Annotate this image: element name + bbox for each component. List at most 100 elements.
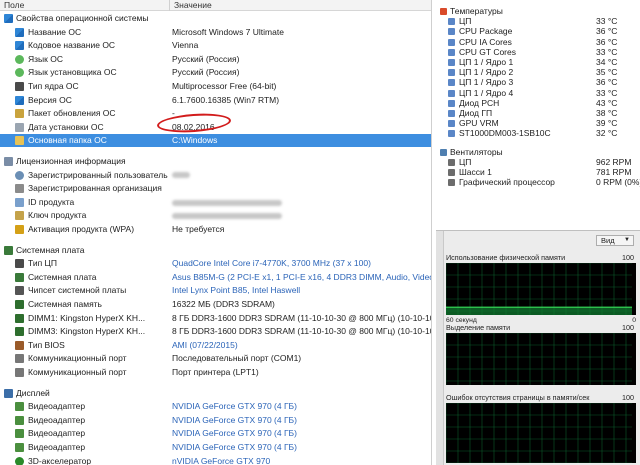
sensor-row[interactable]: GPU VRM 39 °C — [436, 118, 640, 128]
sensor-icon — [448, 28, 455, 36]
memory-icon — [15, 327, 24, 337]
property-row[interactable]: 3D-акселератор nVIDIA GeForce GTX 970 — [0, 455, 431, 465]
sensor-group-temperatures[interactable]: Температуры — [436, 6, 640, 16]
sensor-row[interactable]: CPU Package 36 °C — [436, 26, 640, 36]
sensor-icon — [448, 38, 455, 46]
windows-icon — [4, 14, 13, 23]
property-row[interactable]: Язык ОС Русский (Россия) — [0, 53, 431, 66]
property-row[interactable]: Видеоадаптер NVIDIA GeForce GTX 970 (4 ГБ… — [0, 414, 431, 427]
document-icon — [4, 157, 13, 166]
column-header-value[interactable]: Значение — [174, 0, 212, 11]
redacted-value — [172, 172, 190, 179]
property-row[interactable]: Название ОС Microsoft Windows 7 Ultimate — [0, 26, 431, 39]
graph-caption: Выделение памяти 100 — [446, 323, 640, 333]
sensor-value: 36 °C — [596, 36, 618, 47]
property-row[interactable]: Коммуникационный порт Последовательный по… — [0, 352, 431, 365]
property-value[interactable]: NVIDIA GeForce GTX 970 (4 ГБ) — [172, 441, 297, 454]
property-name: Системная память — [28, 299, 102, 309]
property-value[interactable]: Intel Lynx Point B85, Intel Haswell — [172, 284, 300, 297]
property-row[interactable]: Версия ОС 6.1.7600.16385 (Win7 RTM) — [0, 94, 431, 107]
property-row[interactable]: Видеоадаптер NVIDIA GeForce GTX 970 (4 ГБ… — [0, 427, 431, 440]
property-row[interactable]: Зарегистрированная организация — [0, 182, 431, 195]
sensor-row[interactable]: ЦП 33 °C — [436, 16, 640, 26]
property-row[interactable]: Кодовое название ОС Vienna — [0, 39, 431, 52]
property-row[interactable]: Ключ продукта — [0, 209, 431, 222]
sensor-row[interactable]: Шасси 1 781 RPM — [436, 167, 640, 177]
property-row[interactable]: DIMM3: Kingston HyperX KH... 8 ГБ DDR3-16… — [0, 325, 431, 338]
graph-title: Использование физической памяти — [446, 253, 566, 262]
section-os-properties[interactable]: Свойства операционной системы — [0, 12, 431, 25]
property-row[interactable]: Тип BIOS AMI (07/22/2015) — [0, 339, 431, 352]
property-name: Коммуникационный порт — [28, 353, 127, 364]
property-name: 3D-акселератор — [28, 455, 92, 465]
property-row[interactable]: Активация продукта (WPA) Не требуется — [0, 223, 431, 236]
section-display[interactable]: Дисплей — [0, 387, 431, 400]
sensor-icon — [448, 120, 455, 128]
sensor-row[interactable]: ЦП 1 / Ядро 2 35 °C — [436, 67, 640, 77]
sensor-value: 33 °C — [596, 87, 618, 98]
sensor-row[interactable]: ЦП 962 RPM — [436, 157, 640, 167]
property-row[interactable]: Системная память 16322 МБ (DDR3 SDRAM) — [0, 298, 431, 311]
property-row[interactable]: Видеоадаптер NVIDIA GeForce GTX 970 (4 ГБ… — [0, 441, 431, 454]
sensor-row[interactable]: CPU IA Cores 36 °C — [436, 37, 640, 47]
thermometer-icon — [440, 8, 447, 15]
column-divider[interactable] — [169, 0, 170, 11]
property-value: C:\Windows — [172, 135, 218, 146]
sensor-name: GPU VRM — [459, 118, 499, 129]
property-name: Язык ОС — [28, 53, 63, 64]
property-value[interactable]: NVIDIA GeForce GTX 970 (4 ГБ) — [172, 427, 297, 440]
property-name: Видеоадаптер — [28, 414, 86, 425]
property-value — [172, 209, 282, 222]
property-row[interactable]: DIMM1: Kingston HyperX KH... 8 ГБ DDR3-16… — [0, 312, 431, 325]
sensor-value: 38 °C — [596, 108, 618, 118]
performance-panel: Вид ▼ Использование физической памяти 100… — [436, 230, 640, 465]
sensor-row[interactable]: ЦП 1 / Ядро 3 36 °C — [436, 77, 640, 87]
property-value: Vienna — [172, 40, 199, 51]
property-row[interactable]: ID продукта — [0, 196, 431, 209]
property-name: Тип BIOS — [28, 339, 65, 350]
memory-icon — [15, 300, 24, 309]
property-row[interactable]: Чипсет системной платы Intel Lynx Point B… — [0, 284, 431, 297]
property-row[interactable]: Системная плата Asus B85M-G (2 PCI-E x1, … — [0, 271, 431, 284]
bios-icon — [15, 340, 24, 350]
section-motherboard[interactable]: Системная плата — [0, 244, 431, 257]
property-row[interactable]: Тип ядра ОС Multiprocessor Free (64-bit) — [0, 80, 431, 93]
view-dropdown-button[interactable]: Вид ▼ — [596, 235, 634, 246]
sensor-icon — [448, 59, 455, 66]
gpu-icon — [15, 415, 24, 425]
property-row[interactable]: Тип ЦП QuadCore Intel Core i7-4770K, 3700… — [0, 257, 431, 270]
windows-icon — [15, 41, 24, 51]
property-row[interactable]: Видеоадаптер NVIDIA GeForce GTX 970 (4 ГБ… — [0, 400, 431, 413]
cpu-icon — [15, 82, 24, 91]
property-value[interactable]: Asus B85M-G (2 PCI-E x1, 1 PCI-E x16, 4 … — [172, 271, 431, 284]
property-value[interactable]: NVIDIA GeForce GTX 970 (4 ГБ) — [172, 414, 297, 427]
property-name: Активация продукта (WPA) — [28, 224, 135, 234]
property-row[interactable]: Основная папка ОС C:\Windows — [0, 134, 431, 148]
side-scrollbar[interactable] — [436, 231, 444, 465]
graph-title: Выделение памяти — [446, 323, 511, 332]
sensor-row[interactable]: ЦП 1 / Ядро 1 34 °C — [436, 57, 640, 67]
sensor-row[interactable]: ЦП 1 / Ядро 4 33 °C — [436, 88, 640, 98]
sensor-row[interactable]: ST1000DM003-1SB10C 32 °C — [436, 128, 640, 138]
property-name: Зарегистрированный пользователь — [28, 169, 168, 180]
sensor-row[interactable]: Диод PCH 43 °C — [436, 98, 640, 108]
section-license[interactable]: Лицензионная информация — [0, 155, 431, 168]
property-value[interactable]: NVIDIA GeForce GTX 970 (4 ГБ) — [172, 400, 297, 413]
property-row[interactable]: Коммуникационный порт Порт принтера (LPT1… — [0, 366, 431, 379]
column-header-field[interactable]: Поле — [4, 0, 24, 11]
property-value: 16322 МБ (DDR3 SDRAM) — [172, 299, 275, 309]
sensor-row[interactable]: CPU GT Cores 33 °C — [436, 47, 640, 57]
property-row[interactable]: Зарегистрированный пользователь — [0, 169, 431, 182]
sensor-name: ЦП — [459, 156, 472, 167]
sensor-row[interactable]: Графический процессор 0 RPM (0%) — [436, 177, 640, 187]
sensor-row[interactable]: Диод ГП 38 °C — [436, 108, 640, 118]
property-row[interactable]: Язык установщика ОС Русский (Россия) — [0, 66, 431, 79]
property-value[interactable]: AMI (07/22/2015) — [172, 339, 238, 352]
graph-caption: Ошибок отсутствия страницы в памяти/сек 1… — [446, 393, 640, 403]
property-value[interactable]: QuadCore Intel Core i7-4770K, 3700 MHz (… — [172, 257, 371, 270]
property-value: Русский (Россия) — [172, 67, 240, 78]
sensor-group-fans[interactable]: Вентиляторы — [436, 147, 640, 157]
sensor-icon — [448, 158, 455, 166]
graph-max: 100 — [622, 393, 634, 402]
property-value[interactable]: nVIDIA GeForce GTX 970 — [172, 455, 270, 465]
